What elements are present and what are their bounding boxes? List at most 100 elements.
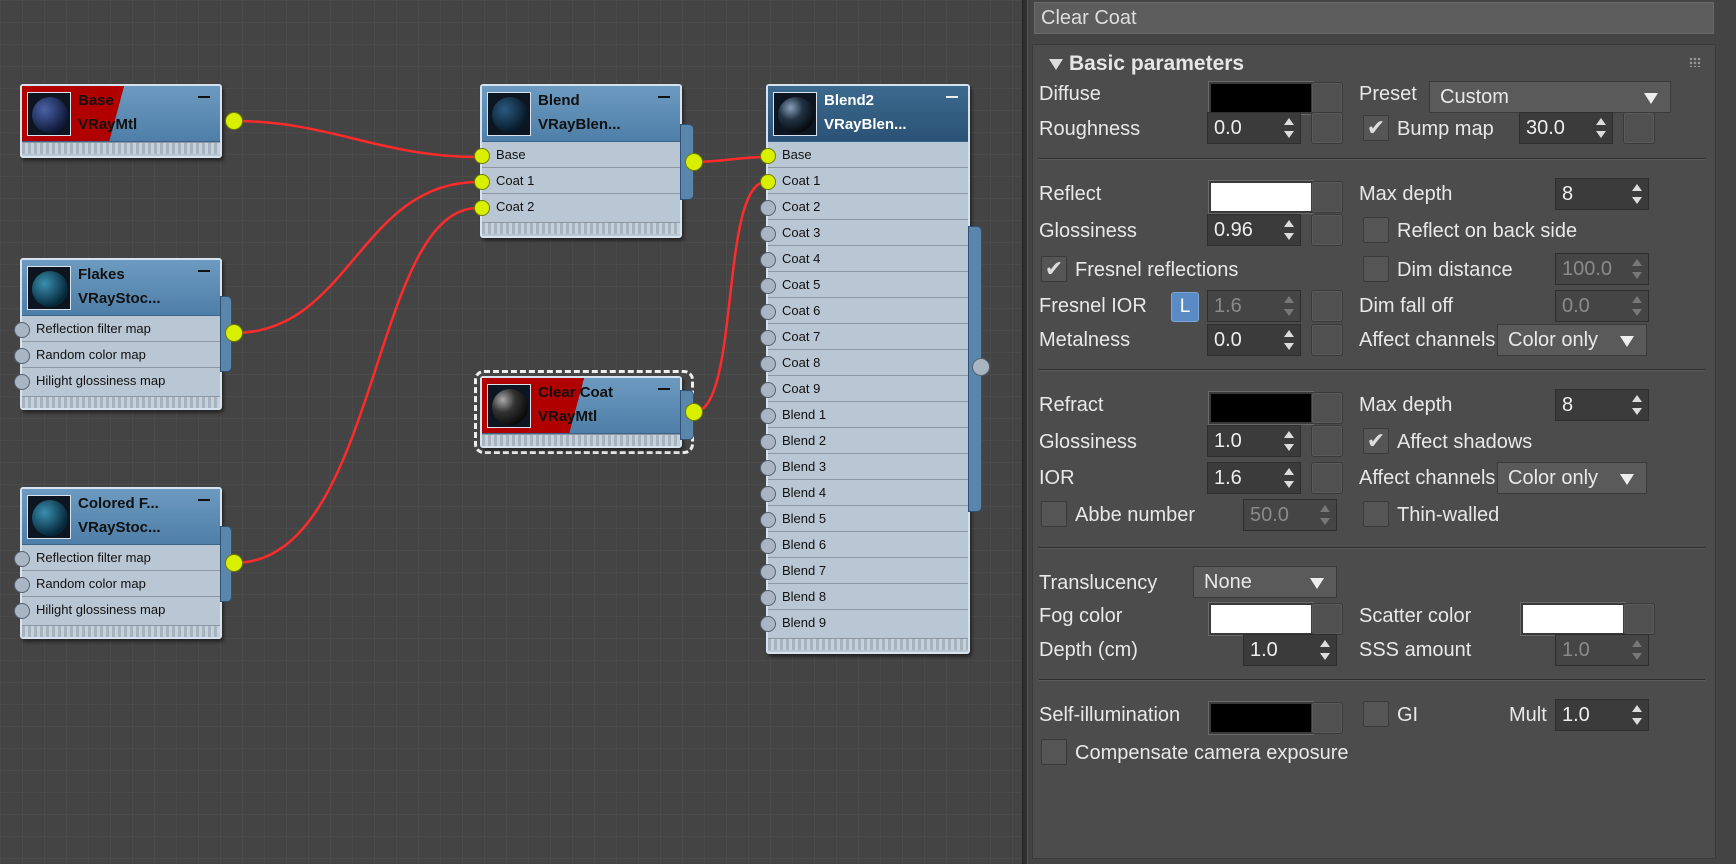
spinner-arrows-icon[interactable] [1284, 219, 1294, 241]
input-slot[interactable]: Coat 2 [760, 194, 968, 220]
refract-map-button[interactable] [1311, 392, 1343, 424]
input-slot[interactable]: Coat 4 [760, 246, 968, 272]
ior-spinner[interactable]: 1.6 [1207, 462, 1301, 494]
input-slot[interactable]: Coat 3 [760, 220, 968, 246]
diffuse-map-button[interactable] [1311, 82, 1343, 114]
bump-map-checkbox[interactable]: ✔ [1363, 115, 1389, 141]
reflect-back-side-checkbox[interactable] [1363, 217, 1389, 243]
input-slot[interactable]: Coat 1 [760, 168, 968, 194]
output-socket-base[interactable] [225, 112, 243, 130]
input-socket[interactable] [14, 374, 30, 390]
spinner-arrows-icon[interactable] [1284, 430, 1294, 452]
input-socket[interactable] [474, 148, 490, 164]
diffuse-color-swatch[interactable] [1208, 81, 1314, 115]
minimize-icon[interactable] [658, 388, 670, 390]
input-slot[interactable]: Coat 5 [760, 272, 968, 298]
input-slot[interactable]: Blend 2 [760, 428, 968, 454]
minimize-icon[interactable] [658, 96, 670, 98]
refr-glossiness-map-button[interactable] [1311, 425, 1343, 457]
output-socket-colored-flakes[interactable] [225, 554, 243, 572]
input-socket[interactable] [14, 551, 30, 567]
input-socket[interactable] [474, 174, 490, 190]
spinner-arrows-icon[interactable] [1284, 117, 1294, 139]
roughness-map-button[interactable] [1311, 112, 1343, 144]
input-socket[interactable] [760, 616, 776, 632]
input-slot[interactable]: Blend 8 [760, 584, 968, 610]
input-socket[interactable] [14, 603, 30, 619]
node-blend2[interactable]: Blend2 VRayBlen... Base Coat 1 Coat 2 Co… [760, 84, 970, 654]
metalness-spinner[interactable]: 0.0 [1207, 324, 1301, 356]
preset-dropdown[interactable]: Custom [1429, 81, 1671, 113]
node-header[interactable]: Blend2 VRayBlen... [768, 86, 968, 142]
reflect-color-swatch[interactable] [1208, 180, 1314, 214]
input-slot[interactable]: Base [474, 142, 680, 168]
material-name-field[interactable]: Clear Coat [1034, 2, 1714, 34]
node-graph-canvas[interactable]: Base VRayMtl Flakes VRayStoc... Reflecti… [0, 0, 1022, 864]
node-base[interactable]: Base VRayMtl [20, 84, 222, 158]
node-header[interactable]: Flakes VRayStoc... [22, 260, 220, 316]
abbe-number-checkbox[interactable] [1041, 501, 1067, 527]
fresnel-checkbox[interactable]: ✔ [1041, 256, 1067, 282]
refl-glossiness-spinner[interactable]: 0.96 [1207, 214, 1301, 246]
spinner-arrows-icon[interactable] [1284, 295, 1294, 317]
roughness-spinner[interactable]: 0.0 [1207, 112, 1301, 144]
scatter-color-map-button[interactable] [1623, 603, 1655, 635]
output-socket-blend[interactable] [685, 153, 703, 171]
input-socket[interactable] [760, 434, 776, 450]
spinner-arrows-icon[interactable] [1320, 504, 1330, 526]
node-header[interactable]: Base VRayMtl [22, 86, 220, 142]
input-socket[interactable] [760, 200, 776, 216]
spinner-arrows-icon[interactable] [1632, 394, 1642, 416]
minimize-icon[interactable] [198, 270, 210, 272]
node-colored-flakes[interactable]: Colored F... VRayStoc... Reflection filt… [14, 487, 222, 639]
node-header[interactable]: Clear Coat VRayMtl [482, 378, 680, 434]
input-socket[interactable] [760, 590, 776, 606]
minimize-icon[interactable] [198, 499, 210, 501]
fresnel-ior-spinner[interactable]: 1.6 [1207, 290, 1301, 322]
node-blend[interactable]: Blend VRayBlen... Base Coat 1 Coat 2 [474, 84, 682, 238]
input-socket[interactable] [14, 322, 30, 338]
input-socket[interactable] [760, 486, 776, 502]
spinner-arrows-icon[interactable] [1632, 258, 1642, 280]
input-socket[interactable] [760, 538, 776, 554]
input-socket[interactable] [14, 348, 30, 364]
input-socket[interactable] [760, 512, 776, 528]
input-slot[interactable]: Random color map [14, 342, 220, 368]
input-slot[interactable]: Random color map [14, 571, 220, 597]
output-socket-blend2[interactable] [972, 358, 990, 376]
input-slot[interactable]: Blend 5 [760, 506, 968, 532]
input-socket[interactable] [760, 278, 776, 294]
input-slot[interactable]: Blend 9 [760, 610, 968, 636]
input-slot[interactable]: Coat 2 [474, 194, 680, 220]
fog-color-swatch[interactable] [1208, 602, 1314, 636]
input-slot[interactable]: Blend 4 [760, 480, 968, 506]
input-socket[interactable] [14, 577, 30, 593]
spinner-arrows-icon[interactable] [1632, 639, 1642, 661]
refl-max-depth-spinner[interactable]: 8 [1555, 178, 1649, 210]
ior-map-button[interactable] [1311, 462, 1343, 494]
output-socket-clear-coat[interactable] [685, 403, 703, 421]
input-slot[interactable]: Coat 9 [760, 376, 968, 402]
input-socket[interactable] [760, 460, 776, 476]
input-socket[interactable] [760, 226, 776, 242]
input-slot[interactable]: Reflection filter map [14, 545, 220, 571]
input-slot[interactable]: Blend 1 [760, 402, 968, 428]
glossiness-map-button[interactable] [1311, 214, 1343, 246]
gi-checkbox[interactable] [1363, 701, 1389, 727]
sss-amount-spinner[interactable]: 1.0 [1555, 634, 1649, 666]
spinner-arrows-icon[interactable] [1284, 329, 1294, 351]
affect-shadows-checkbox[interactable]: ✔ [1363, 428, 1389, 454]
input-socket[interactable] [760, 330, 776, 346]
reflect-map-button[interactable] [1311, 181, 1343, 213]
dim-distance-checkbox[interactable] [1363, 256, 1389, 282]
spinner-arrows-icon[interactable] [1320, 639, 1330, 661]
spinner-arrows-icon[interactable] [1632, 183, 1642, 205]
input-socket[interactable] [760, 174, 776, 190]
minimize-icon[interactable] [946, 96, 958, 98]
input-socket[interactable] [474, 200, 490, 216]
abbe-number-spinner[interactable]: 50.0 [1243, 499, 1337, 531]
input-slot[interactable]: Coat 8 [760, 350, 968, 376]
input-socket[interactable] [760, 382, 776, 398]
spinner-arrows-icon[interactable] [1632, 704, 1642, 726]
input-socket[interactable] [760, 304, 776, 320]
